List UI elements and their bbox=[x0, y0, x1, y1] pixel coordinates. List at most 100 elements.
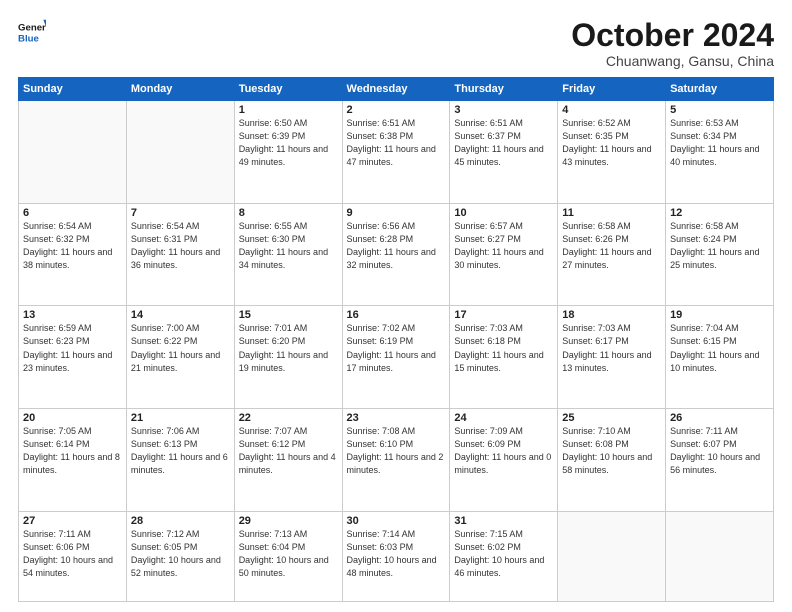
month-title: October 2024 bbox=[571, 18, 774, 53]
calendar-cell: 27Sunrise: 7:11 AMSunset: 6:06 PMDayligh… bbox=[19, 511, 127, 601]
cell-details: Sunrise: 7:05 AMSunset: 6:14 PMDaylight:… bbox=[23, 425, 122, 477]
week-row-1: 1Sunrise: 6:50 AMSunset: 6:39 PMDaylight… bbox=[19, 101, 774, 204]
day-number: 13 bbox=[23, 309, 122, 321]
header: General Blue October 2024 Chuanwang, Gan… bbox=[18, 18, 774, 69]
calendar-cell: 21Sunrise: 7:06 AMSunset: 6:13 PMDayligh… bbox=[126, 409, 234, 512]
title-block: October 2024 Chuanwang, Gansu, China bbox=[571, 18, 774, 69]
calendar-cell: 19Sunrise: 7:04 AMSunset: 6:15 PMDayligh… bbox=[666, 306, 774, 409]
cell-details: Sunrise: 7:02 AMSunset: 6:19 PMDaylight:… bbox=[347, 322, 446, 374]
day-number: 15 bbox=[239, 309, 338, 321]
logo: General Blue bbox=[18, 18, 46, 46]
day-number: 27 bbox=[23, 515, 122, 527]
day-number: 8 bbox=[239, 207, 338, 219]
day-number: 1 bbox=[239, 104, 338, 116]
page: General Blue October 2024 Chuanwang, Gan… bbox=[0, 0, 792, 612]
cell-details: Sunrise: 6:59 AMSunset: 6:23 PMDaylight:… bbox=[23, 322, 122, 374]
cell-details: Sunrise: 7:10 AMSunset: 6:08 PMDaylight:… bbox=[562, 425, 661, 477]
day-number: 18 bbox=[562, 309, 661, 321]
cell-details: Sunrise: 6:54 AMSunset: 6:31 PMDaylight:… bbox=[131, 220, 230, 272]
calendar-cell: 25Sunrise: 7:10 AMSunset: 6:08 PMDayligh… bbox=[558, 409, 666, 512]
day-number: 25 bbox=[562, 412, 661, 424]
calendar-cell: 4Sunrise: 6:52 AMSunset: 6:35 PMDaylight… bbox=[558, 101, 666, 204]
day-number: 22 bbox=[239, 412, 338, 424]
day-number: 23 bbox=[347, 412, 446, 424]
day-number: 24 bbox=[454, 412, 553, 424]
calendar-cell bbox=[126, 101, 234, 204]
day-number: 21 bbox=[131, 412, 230, 424]
cell-details: Sunrise: 7:12 AMSunset: 6:05 PMDaylight:… bbox=[131, 528, 230, 580]
day-number: 10 bbox=[454, 207, 553, 219]
calendar-cell: 1Sunrise: 6:50 AMSunset: 6:39 PMDaylight… bbox=[234, 101, 342, 204]
calendar-cell bbox=[666, 511, 774, 601]
calendar-cell: 26Sunrise: 7:11 AMSunset: 6:07 PMDayligh… bbox=[666, 409, 774, 512]
week-row-2: 6Sunrise: 6:54 AMSunset: 6:32 PMDaylight… bbox=[19, 203, 774, 306]
col-header-friday: Friday bbox=[558, 78, 666, 101]
day-number: 4 bbox=[562, 104, 661, 116]
day-number: 29 bbox=[239, 515, 338, 527]
calendar-cell bbox=[19, 101, 127, 204]
day-number: 28 bbox=[131, 515, 230, 527]
calendar-cell: 3Sunrise: 6:51 AMSunset: 6:37 PMDaylight… bbox=[450, 101, 558, 204]
cell-details: Sunrise: 7:04 AMSunset: 6:15 PMDaylight:… bbox=[670, 322, 769, 374]
calendar-cell: 14Sunrise: 7:00 AMSunset: 6:22 PMDayligh… bbox=[126, 306, 234, 409]
cell-details: Sunrise: 6:57 AMSunset: 6:27 PMDaylight:… bbox=[454, 220, 553, 272]
cell-details: Sunrise: 6:53 AMSunset: 6:34 PMDaylight:… bbox=[670, 117, 769, 169]
day-number: 6 bbox=[23, 207, 122, 219]
day-number: 30 bbox=[347, 515, 446, 527]
day-number: 14 bbox=[131, 309, 230, 321]
cell-details: Sunrise: 7:08 AMSunset: 6:10 PMDaylight:… bbox=[347, 425, 446, 477]
cell-details: Sunrise: 7:03 AMSunset: 6:18 PMDaylight:… bbox=[454, 322, 553, 374]
col-header-monday: Monday bbox=[126, 78, 234, 101]
col-header-sunday: Sunday bbox=[19, 78, 127, 101]
cell-details: Sunrise: 6:50 AMSunset: 6:39 PMDaylight:… bbox=[239, 117, 338, 169]
svg-text:Blue: Blue bbox=[18, 34, 39, 45]
day-number: 26 bbox=[670, 412, 769, 424]
col-header-tuesday: Tuesday bbox=[234, 78, 342, 101]
day-number: 9 bbox=[347, 207, 446, 219]
week-row-4: 20Sunrise: 7:05 AMSunset: 6:14 PMDayligh… bbox=[19, 409, 774, 512]
calendar-cell: 15Sunrise: 7:01 AMSunset: 6:20 PMDayligh… bbox=[234, 306, 342, 409]
day-number: 3 bbox=[454, 104, 553, 116]
cell-details: Sunrise: 6:55 AMSunset: 6:30 PMDaylight:… bbox=[239, 220, 338, 272]
calendar-cell: 2Sunrise: 6:51 AMSunset: 6:38 PMDaylight… bbox=[342, 101, 450, 204]
calendar-cell: 10Sunrise: 6:57 AMSunset: 6:27 PMDayligh… bbox=[450, 203, 558, 306]
cell-details: Sunrise: 7:00 AMSunset: 6:22 PMDaylight:… bbox=[131, 322, 230, 374]
calendar-cell: 20Sunrise: 7:05 AMSunset: 6:14 PMDayligh… bbox=[19, 409, 127, 512]
cell-details: Sunrise: 6:51 AMSunset: 6:37 PMDaylight:… bbox=[454, 117, 553, 169]
calendar-cell: 11Sunrise: 6:58 AMSunset: 6:26 PMDayligh… bbox=[558, 203, 666, 306]
cell-details: Sunrise: 6:58 AMSunset: 6:24 PMDaylight:… bbox=[670, 220, 769, 272]
calendar-cell: 18Sunrise: 7:03 AMSunset: 6:17 PMDayligh… bbox=[558, 306, 666, 409]
day-number: 5 bbox=[670, 104, 769, 116]
cell-details: Sunrise: 7:13 AMSunset: 6:04 PMDaylight:… bbox=[239, 528, 338, 580]
calendar-cell: 12Sunrise: 6:58 AMSunset: 6:24 PMDayligh… bbox=[666, 203, 774, 306]
cell-details: Sunrise: 7:11 AMSunset: 6:07 PMDaylight:… bbox=[670, 425, 769, 477]
day-number: 2 bbox=[347, 104, 446, 116]
day-number: 11 bbox=[562, 207, 661, 219]
calendar-cell: 29Sunrise: 7:13 AMSunset: 6:04 PMDayligh… bbox=[234, 511, 342, 601]
calendar-cell bbox=[558, 511, 666, 601]
calendar-cell: 13Sunrise: 6:59 AMSunset: 6:23 PMDayligh… bbox=[19, 306, 127, 409]
day-number: 20 bbox=[23, 412, 122, 424]
cell-details: Sunrise: 6:58 AMSunset: 6:26 PMDaylight:… bbox=[562, 220, 661, 272]
cell-details: Sunrise: 7:11 AMSunset: 6:06 PMDaylight:… bbox=[23, 528, 122, 580]
cell-details: Sunrise: 7:09 AMSunset: 6:09 PMDaylight:… bbox=[454, 425, 553, 477]
cell-details: Sunrise: 6:52 AMSunset: 6:35 PMDaylight:… bbox=[562, 117, 661, 169]
calendar-cell: 8Sunrise: 6:55 AMSunset: 6:30 PMDaylight… bbox=[234, 203, 342, 306]
cell-details: Sunrise: 6:56 AMSunset: 6:28 PMDaylight:… bbox=[347, 220, 446, 272]
calendar-cell: 9Sunrise: 6:56 AMSunset: 6:28 PMDaylight… bbox=[342, 203, 450, 306]
cell-details: Sunrise: 7:01 AMSunset: 6:20 PMDaylight:… bbox=[239, 322, 338, 374]
calendar-cell: 30Sunrise: 7:14 AMSunset: 6:03 PMDayligh… bbox=[342, 511, 450, 601]
col-header-wednesday: Wednesday bbox=[342, 78, 450, 101]
calendar-cell: 17Sunrise: 7:03 AMSunset: 6:18 PMDayligh… bbox=[450, 306, 558, 409]
calendar-cell: 28Sunrise: 7:12 AMSunset: 6:05 PMDayligh… bbox=[126, 511, 234, 601]
cell-details: Sunrise: 7:15 AMSunset: 6:02 PMDaylight:… bbox=[454, 528, 553, 580]
calendar-cell: 31Sunrise: 7:15 AMSunset: 6:02 PMDayligh… bbox=[450, 511, 558, 601]
day-number: 12 bbox=[670, 207, 769, 219]
cell-details: Sunrise: 6:51 AMSunset: 6:38 PMDaylight:… bbox=[347, 117, 446, 169]
calendar-cell: 7Sunrise: 6:54 AMSunset: 6:31 PMDaylight… bbox=[126, 203, 234, 306]
week-row-3: 13Sunrise: 6:59 AMSunset: 6:23 PMDayligh… bbox=[19, 306, 774, 409]
cell-details: Sunrise: 6:54 AMSunset: 6:32 PMDaylight:… bbox=[23, 220, 122, 272]
week-row-5: 27Sunrise: 7:11 AMSunset: 6:06 PMDayligh… bbox=[19, 511, 774, 601]
day-number: 17 bbox=[454, 309, 553, 321]
day-number: 19 bbox=[670, 309, 769, 321]
